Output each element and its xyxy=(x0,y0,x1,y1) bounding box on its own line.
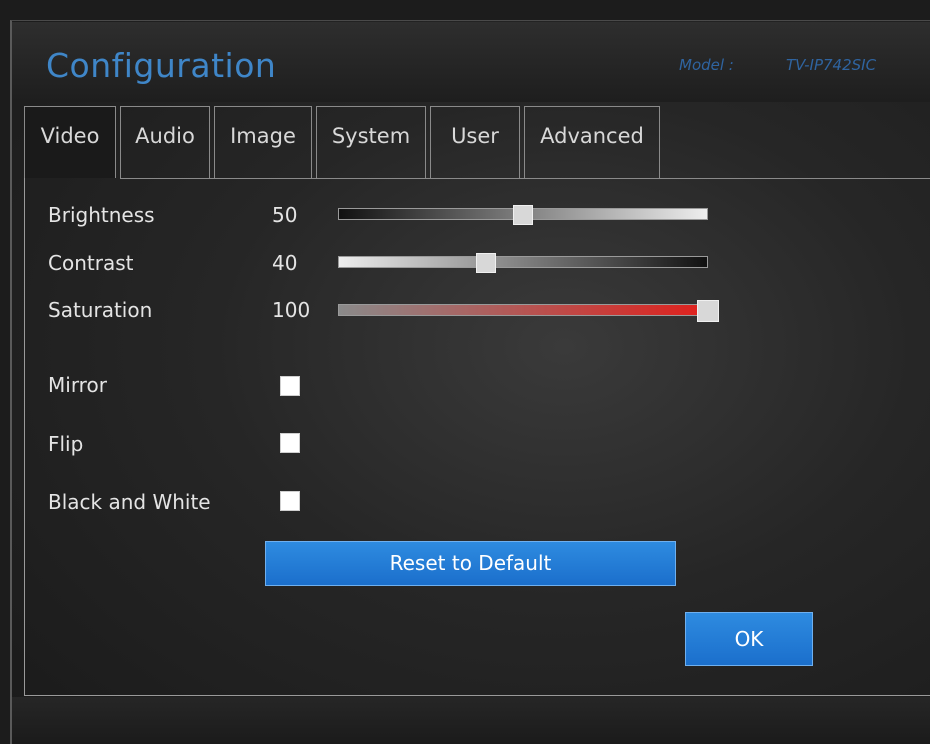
mirror-label: Mirror xyxy=(48,373,107,397)
tab-advanced-label: Advanced xyxy=(540,124,644,148)
tab-system-label: System xyxy=(331,124,411,148)
contrast-label: Contrast xyxy=(48,251,134,275)
contrast-slider-handle[interactable] xyxy=(476,253,496,273)
tab-advanced[interactable]: Advanced xyxy=(524,106,660,178)
page-title: Configuration xyxy=(46,46,277,85)
tab-audio-label: Audio xyxy=(135,124,195,148)
model-value: TV-IP742SIC xyxy=(786,56,877,74)
config-window: Configuration Model : TV-IP742SIC Video … xyxy=(0,0,930,744)
tab-user[interactable]: User xyxy=(430,106,520,178)
flip-label: Flip xyxy=(48,432,84,456)
black-and-white-label: Black and White xyxy=(48,490,211,514)
black-and-white-checkbox[interactable] xyxy=(280,491,300,511)
saturation-label: Saturation xyxy=(48,298,153,322)
flip-checkbox[interactable] xyxy=(280,433,300,453)
tab-video-label: Video xyxy=(40,124,100,148)
tab-user-label: User xyxy=(451,124,499,148)
tab-system[interactable]: System xyxy=(316,106,426,178)
tab-image-label: Image xyxy=(230,124,296,148)
model-label: Model : xyxy=(679,56,734,74)
brightness-value: 50 xyxy=(272,203,298,227)
tab-image[interactable]: Image xyxy=(214,106,312,178)
footer-bar xyxy=(12,697,930,744)
tab-audio[interactable]: Audio xyxy=(120,106,210,178)
mirror-checkbox[interactable] xyxy=(280,376,300,396)
saturation-value: 100 xyxy=(272,298,311,322)
ok-button[interactable]: OK xyxy=(685,612,813,666)
tab-video[interactable]: Video xyxy=(24,106,116,178)
saturation-slider[interactable] xyxy=(338,304,708,316)
brightness-label: Brightness xyxy=(48,203,155,227)
reset-to-default-button[interactable]: Reset to Default xyxy=(265,541,676,586)
contrast-slider[interactable] xyxy=(338,256,708,268)
reset-to-default-label: Reset to Default xyxy=(389,551,552,575)
saturation-slider-handle[interactable] xyxy=(697,300,719,322)
ok-label: OK xyxy=(734,627,764,651)
contrast-value: 40 xyxy=(272,251,298,275)
brightness-slider-handle[interactable] xyxy=(513,205,533,225)
